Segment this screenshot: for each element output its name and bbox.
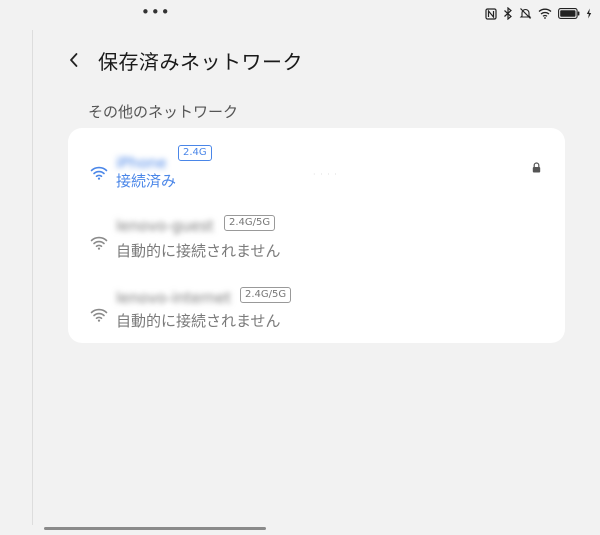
band-badge: 2.4G/5G (224, 215, 276, 231)
nfc-icon (485, 7, 497, 20)
back-button[interactable] (62, 44, 86, 76)
battery-icon (558, 8, 580, 19)
lock-icon (532, 158, 541, 177)
section-title: その他のネットワーク (88, 103, 239, 121)
network-status: 自動的に接続されません (116, 312, 281, 330)
band-badge: 2.4G (178, 145, 212, 161)
mute-icon (519, 7, 532, 20)
wifi-icon (90, 165, 108, 184)
charging-icon (586, 8, 592, 19)
split-divider (32, 30, 33, 525)
network-status: 接続済み (116, 172, 177, 190)
network-status: 自動的に接続されません (116, 242, 281, 260)
chevron-left-icon (70, 53, 78, 67)
wifi-icon (90, 307, 108, 326)
network-item-lenovo-internet[interactable]: lenovo-internet 2.4G/5G 自動的に接続されません (68, 280, 565, 350)
wifi-icon (538, 8, 552, 19)
home-indicator[interactable] (44, 527, 266, 530)
network-list: iPhone 2.4G 接続済み · · · · lenovo-guest 2.… (68, 128, 565, 343)
network-ssid: lenovo-guest (116, 217, 214, 235)
page-title: 保存済みネットワーク (98, 49, 303, 74)
status-bar (485, 7, 592, 20)
page-header: 保存済みネットワーク (62, 44, 303, 76)
more-options-icon[interactable]: ••• (141, 5, 171, 20)
network-item-iphone[interactable]: iPhone 2.4G 接続済み · · · · (68, 138, 565, 208)
network-ssid: lenovo-internet (116, 289, 232, 307)
bluetooth-icon (503, 7, 513, 20)
band-badge: 2.4G/5G (240, 287, 292, 303)
wifi-icon (90, 235, 108, 254)
network-item-lenovo-guest[interactable]: lenovo-guest 2.4G/5G 自動的に接続されません (68, 208, 565, 278)
faint-dots: · · · · (313, 170, 338, 179)
